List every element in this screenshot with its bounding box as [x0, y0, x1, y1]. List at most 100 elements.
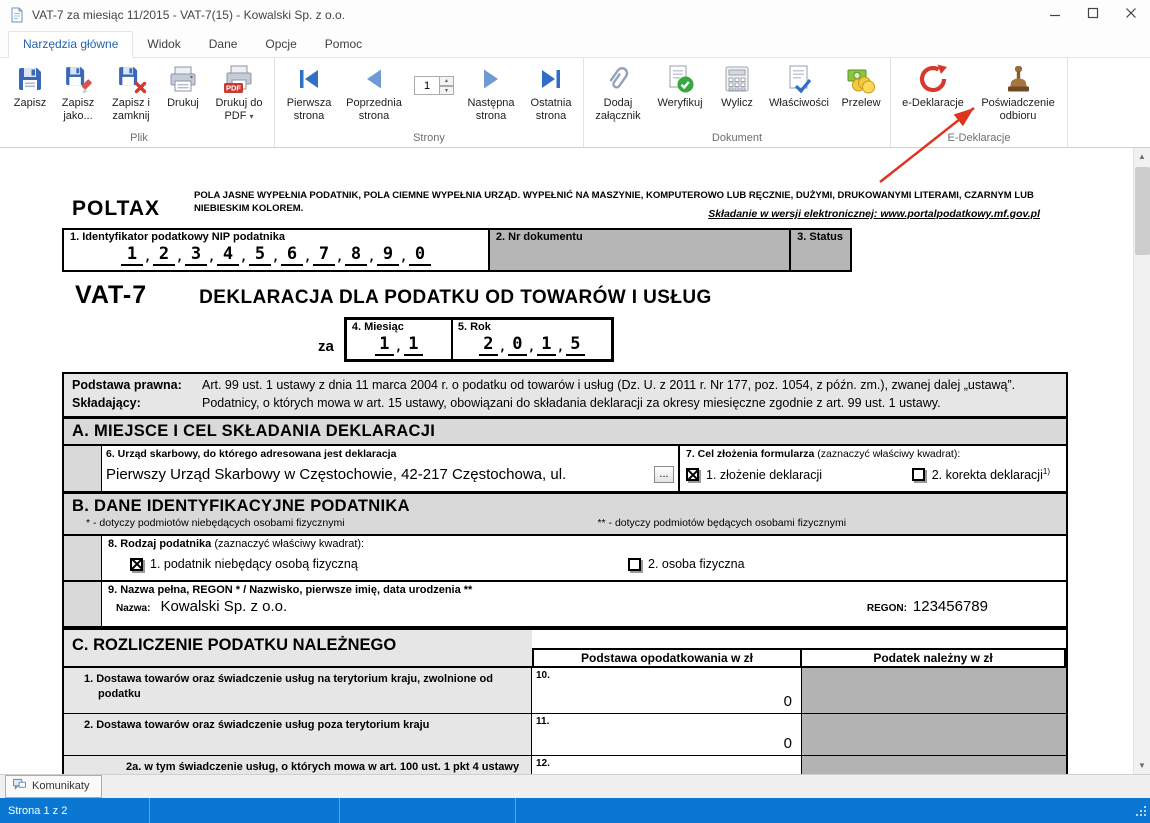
resize-grip[interactable]: [1135, 805, 1148, 821]
section-side-strip: [64, 536, 102, 580]
checkbox-zlozenie-icon[interactable]: [686, 468, 699, 481]
ribbon-group-plik: Zapisz Zapisz jako... Zapisz i zamknij: [4, 58, 275, 147]
field8-rodzaj-podatnika: 8. Rodzaj podatnika (zaznaczyć właściwy …: [64, 536, 1066, 582]
regon-label: REGON:: [867, 603, 907, 614]
tab-pomoc[interactable]: Pomoc: [311, 32, 376, 57]
transfer-button[interactable]: Przelew: [835, 60, 887, 112]
close-icon: [1125, 6, 1137, 24]
ribbon-group-dokument: Dodaj załącznik Weryfikuj Wylicz: [584, 58, 891, 147]
nip-digit: 9: [377, 244, 399, 266]
option-korekta-deklaracji[interactable]: 2. korekta deklaracji1): [912, 467, 1050, 482]
print-button[interactable]: Drukuj: [159, 60, 207, 112]
nazwa-value[interactable]: Kowalski Sp. z o.o.: [160, 598, 287, 615]
verify-button[interactable]: Weryfikuj: [649, 60, 711, 112]
window-controls: [1036, 0, 1150, 30]
dropdown-caret-icon: ▾: [250, 112, 254, 121]
spin-up-icon[interactable]: ▲: [440, 76, 454, 86]
page-number-input[interactable]: [414, 76, 440, 95]
skladajacy-label: Składający:: [64, 395, 189, 413]
e-deklaracje-button[interactable]: e-Deklaracje: [894, 60, 972, 112]
messages-icon: [13, 778, 26, 794]
previous-page-button[interactable]: Poprzednia strona: [340, 60, 408, 124]
field12-cell[interactable]: 12. 0: [532, 756, 802, 774]
nip-digit: 3: [185, 244, 207, 266]
field10-value[interactable]: 0: [784, 693, 792, 710]
section-side-strip: [64, 446, 102, 491]
app-window: VAT-7 za miesiąc 11/2015 - VAT-7(15) - K…: [0, 0, 1150, 823]
checkbox-fizyczna-icon[interactable]: [628, 558, 641, 571]
tab-widok[interactable]: Widok: [133, 32, 194, 57]
nip-digit: 4: [217, 244, 239, 266]
field10-cell[interactable]: 10. 0: [532, 668, 802, 713]
title-bar: VAT-7 za miesiąc 11/2015 - VAT-7(15) - K…: [0, 0, 1150, 30]
browse-urzad-button[interactable]: ...: [654, 466, 674, 483]
print-pdf-icon: PDF: [223, 63, 255, 95]
vertical-scrollbar[interactable]: ▲ ▼: [1133, 148, 1150, 774]
add-attachment-button[interactable]: Dodaj załącznik: [587, 60, 649, 124]
month-field[interactable]: 4. Miesiąc 11: [347, 320, 453, 359]
save-button[interactable]: Zapisz: [7, 60, 53, 112]
ribbon: Zapisz Zapisz jako... Zapisz i zamknij: [0, 58, 1150, 148]
close-button[interactable]: [1112, 0, 1150, 30]
group-label-edeklaracje: E-Deklaracje: [894, 130, 1064, 147]
scroll-down-icon[interactable]: ▼: [1134, 757, 1150, 774]
scrollbar-thumb[interactable]: [1135, 167, 1150, 255]
previous-page-icon: [358, 63, 390, 95]
year-field[interactable]: 5. Rok 2015: [453, 320, 611, 359]
disabled-cell: [802, 714, 1066, 755]
app-document-icon: [9, 7, 25, 23]
disabled-cell: [802, 668, 1066, 713]
scroll-up-icon[interactable]: ▲: [1134, 148, 1150, 165]
nip-field[interactable]: 1. Identyfikator podatkowy NIP podatnika…: [64, 230, 488, 270]
field11-cell[interactable]: 11. 0: [532, 714, 802, 755]
form-table: Podstawa prawna: Art. 99 ust. 1 ustawy z…: [62, 372, 1068, 774]
last-page-button[interactable]: Ostatnia strona: [522, 60, 580, 124]
nip-digit: 6: [281, 244, 303, 266]
properties-button[interactable]: Właściwości: [763, 60, 835, 112]
calculator-icon: [721, 63, 753, 95]
next-page-button[interactable]: Następna strona: [460, 60, 522, 124]
tab-opcje[interactable]: Opcje: [251, 32, 310, 57]
section-b-note1: * - dotyczy podmiotów niebędących osobam…: [86, 517, 345, 529]
print-to-pdf-button[interactable]: PDF Drukuj do PDF ▾: [207, 60, 271, 124]
last-page-icon: [535, 63, 567, 95]
checkbox-korekta-icon[interactable]: [912, 468, 925, 481]
nip-digit: 2: [153, 244, 175, 266]
za-label: za: [318, 338, 334, 362]
attachment-icon: [602, 63, 634, 95]
minimize-icon: [1049, 6, 1061, 24]
pdf-badge-text: PDF: [226, 84, 241, 93]
print-icon: [167, 63, 199, 95]
tab-narzedzia-glowne[interactable]: Narzędzia główne: [8, 31, 133, 58]
table-row: 1. Dostawa towarów oraz świadczenie usłu…: [64, 668, 1066, 714]
document-area: POLTAX POLA JASNE WYPEŁNIA PODATNIK, POL…: [0, 148, 1150, 774]
year-digit: 0: [508, 334, 527, 356]
calculate-button[interactable]: Wylicz: [711, 60, 763, 112]
save-as-button[interactable]: Zapisz jako...: [53, 60, 103, 124]
first-page-button[interactable]: Pierwsza strona: [278, 60, 340, 124]
option-podatnik-niebedacy[interactable]: 1. podatnik niebędący osobą fizyczną: [130, 557, 628, 571]
poswiadczenie-odbioru-button[interactable]: Poświadczenie odbioru: [972, 60, 1064, 124]
field9-nazwa-regon: 9. Nazwa pełna, REGON * / Nazwisko, pier…: [64, 582, 1066, 630]
nip-digit: 7: [313, 244, 335, 266]
save-as-icon: [62, 63, 94, 95]
status-field: 3. Status: [789, 230, 850, 270]
checkbox-niebedacy-icon[interactable]: [130, 558, 143, 571]
group-label-plik: Plik: [7, 130, 271, 147]
urzad-skarbowy-value[interactable]: Pierwszy Urząd Skarbowy w Częstochowie, …: [106, 466, 652, 483]
minimize-button[interactable]: [1036, 0, 1074, 30]
tab-dane[interactable]: Dane: [195, 32, 252, 57]
legal-basis-block: Podstawa prawna: Art. 99 ust. 1 ustawy z…: [64, 374, 1066, 419]
regon-value[interactable]: 123456789: [913, 598, 988, 615]
spin-down-icon[interactable]: ▼: [440, 86, 454, 96]
poltax-logo: POLTAX: [62, 190, 194, 221]
field11-value[interactable]: 0: [784, 735, 792, 752]
komunikaty-tab[interactable]: Komunikaty: [5, 775, 102, 798]
option-zlozenie-deklaracji[interactable]: 1. złożenie deklaracji: [686, 468, 822, 482]
save-and-close-button[interactable]: Zapisz i zamknij: [103, 60, 159, 124]
status-bar: Strona 1 z 2: [0, 798, 1150, 823]
maximize-button[interactable]: [1074, 0, 1112, 30]
next-page-icon: [475, 63, 507, 95]
option-osoba-fizyczna[interactable]: 2. osoba fizyczna: [628, 557, 745, 571]
vat7-form-page: POLTAX POLA JASNE WYPEŁNIA PODATNIK, POL…: [62, 190, 1068, 774]
